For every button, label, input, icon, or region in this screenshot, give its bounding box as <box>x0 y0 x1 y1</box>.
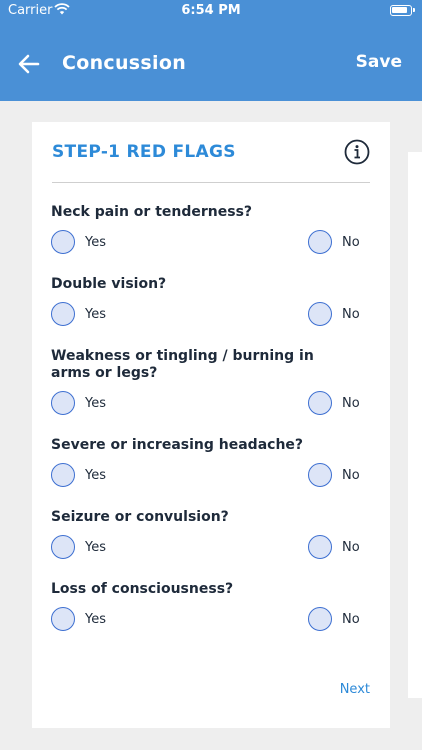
option-yes-seizure[interactable]: Yes <box>51 534 106 560</box>
info-icon[interactable] <box>344 139 370 165</box>
radio-button[interactable] <box>308 230 332 254</box>
question-double-vision: Double vision? <box>51 276 167 292</box>
option-yes-headache[interactable]: Yes <box>51 462 106 488</box>
radio-button[interactable] <box>308 535 332 559</box>
option-label: No <box>342 467 360 483</box>
option-yes-double-vision[interactable]: Yes <box>51 301 106 327</box>
back-arrow-icon[interactable] <box>16 52 42 76</box>
option-label: Yes <box>85 539 106 555</box>
next-button[interactable]: Next <box>340 682 370 697</box>
app-header: Carrier 6:54 PM Concussion Save <box>0 0 422 101</box>
option-no-neck-pain[interactable]: No <box>308 229 360 255</box>
option-yes-consciousness[interactable]: Yes <box>51 606 106 632</box>
question-loss-of-consciousness: Loss of consciousness? <box>51 581 234 597</box>
radio-button[interactable] <box>308 463 332 487</box>
question-weakness-tingling: Weakness or tingling / burning in arms o… <box>51 348 314 381</box>
option-yes-weakness[interactable]: Yes <box>51 390 106 416</box>
battery-icon <box>390 5 415 16</box>
radio-button[interactable] <box>51 535 75 559</box>
radio-button[interactable] <box>51 391 75 415</box>
option-label: No <box>342 234 360 250</box>
save-button[interactable]: Save <box>356 52 402 72</box>
radio-button[interactable] <box>51 463 75 487</box>
option-label: No <box>342 306 360 322</box>
title-divider <box>52 182 370 183</box>
radio-button[interactable] <box>51 302 75 326</box>
radio-button[interactable] <box>308 607 332 631</box>
option-label: Yes <box>85 395 106 411</box>
next-card-peek <box>408 152 422 698</box>
radio-button[interactable] <box>51 230 75 254</box>
option-no-seizure[interactable]: No <box>308 534 360 560</box>
option-label: Yes <box>85 234 106 250</box>
question-headache: Severe or increasing headache? <box>51 437 304 453</box>
option-yes-neck-pain[interactable]: Yes <box>51 229 106 255</box>
red-flags-card: STEP-1 RED FLAGS Neck pain or tenderness… <box>32 122 390 728</box>
status-time: 6:54 PM <box>181 3 241 18</box>
option-label: Yes <box>85 467 106 483</box>
question-seizure: Seizure or convulsion? <box>51 509 229 525</box>
option-no-headache[interactable]: No <box>308 462 360 488</box>
radio-button[interactable] <box>308 391 332 415</box>
question-neck-pain: Neck pain or tenderness? <box>51 204 253 220</box>
option-label: Yes <box>85 306 106 322</box>
radio-button[interactable] <box>308 302 332 326</box>
card-title: STEP-1 RED FLAGS <box>52 142 236 162</box>
option-label: No <box>342 611 360 627</box>
option-no-consciousness[interactable]: No <box>308 606 360 632</box>
page-title: Concussion <box>62 52 187 74</box>
option-label: No <box>342 539 360 555</box>
status-bar: Carrier 6:54 PM <box>0 0 422 22</box>
option-label: No <box>342 395 360 411</box>
option-no-double-vision[interactable]: No <box>308 301 360 327</box>
radio-button[interactable] <box>51 607 75 631</box>
option-no-weakness[interactable]: No <box>308 390 360 416</box>
option-label: Yes <box>85 611 106 627</box>
